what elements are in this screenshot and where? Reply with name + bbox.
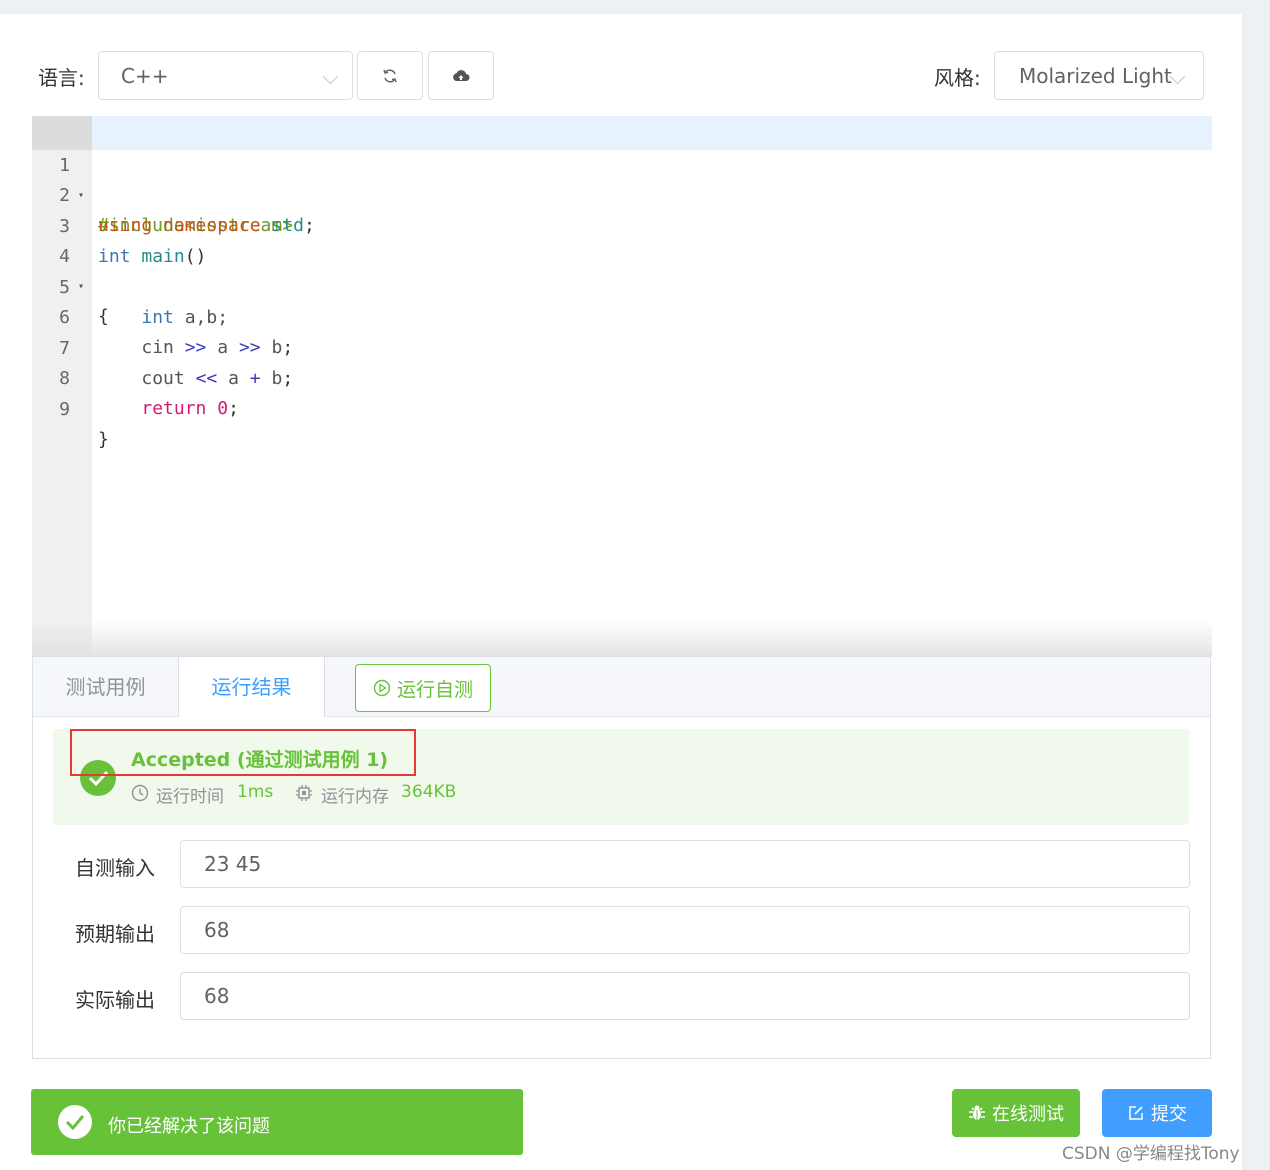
language-select-value: C++ bbox=[121, 64, 169, 88]
code-line: 5 int a,b; bbox=[32, 243, 228, 328]
code-token: int bbox=[141, 307, 174, 328]
submit-button[interactable]: 提交 bbox=[1102, 1089, 1212, 1137]
run-time-value: 1ms bbox=[237, 782, 274, 802]
code-token: ; bbox=[282, 368, 294, 389]
self-test-input-field[interactable]: 23 45 bbox=[180, 840, 1190, 888]
code-token: () bbox=[184, 246, 207, 267]
code-token: using bbox=[98, 215, 153, 236]
result-panel: 测试用例 运行结果 运行自测 Accepted (通过测试用例 1) 运行时间 … bbox=[32, 656, 1211, 1059]
run-memory-value: 364KB bbox=[401, 782, 457, 802]
chevron-down-icon bbox=[1169, 68, 1186, 85]
code-line: 2 using namespace std; bbox=[32, 151, 315, 236]
run-self-test-button[interactable]: 运行自测 bbox=[355, 664, 491, 712]
run-time-label: 运行时间 bbox=[156, 787, 224, 807]
code-line: 1 ▾ #include<iostream> bbox=[32, 121, 293, 236]
cpu-icon bbox=[296, 785, 312, 801]
code-editor[interactable]: 1 ▾ #include<iostream> 2 using namespace… bbox=[32, 116, 1212, 656]
code-token: ; bbox=[303, 215, 315, 236]
fold-arrow-icon[interactable]: ▾ bbox=[78, 181, 84, 211]
online-test-label: 在线测试 bbox=[992, 1104, 1064, 1125]
code-token: cin bbox=[141, 337, 174, 358]
code-token: std bbox=[271, 215, 304, 236]
style-select[interactable]: Molarized Light bbox=[994, 51, 1204, 100]
code-token: main bbox=[141, 246, 185, 267]
refresh-icon bbox=[383, 69, 397, 82]
code-line: 6 cin >> a >> b; bbox=[32, 273, 293, 358]
tab-test-cases[interactable]: 测试用例 bbox=[33, 657, 178, 717]
code-token: a,b; bbox=[184, 307, 229, 328]
tab-bar: 测试用例 运行结果 运行自测 bbox=[33, 657, 1210, 717]
active-line-highlight bbox=[92, 116, 1212, 150]
online-test-button[interactable]: 在线测试 bbox=[952, 1089, 1080, 1137]
expected-output-field[interactable]: 68 bbox=[180, 906, 1190, 954]
code-token: >> bbox=[184, 337, 207, 358]
code-token: return bbox=[141, 398, 207, 419]
code-token: } bbox=[98, 429, 109, 450]
code-token: ; bbox=[282, 337, 294, 358]
edit-icon bbox=[1129, 1106, 1143, 1120]
actual-output-label: 实际输出 bbox=[75, 988, 155, 1012]
chevron-down-icon bbox=[322, 68, 339, 85]
code-token: a bbox=[217, 337, 229, 358]
check-circle-icon bbox=[58, 1105, 92, 1139]
watermark: CSDN @学编程找Tony bbox=[1062, 1144, 1240, 1164]
style-label: 风格: bbox=[934, 66, 981, 90]
language-label: 语言: bbox=[38, 66, 85, 90]
solved-text: 你已经解决了该问题 bbox=[108, 1116, 270, 1137]
upload-code-button[interactable] bbox=[428, 51, 494, 100]
clock-icon bbox=[131, 784, 149, 802]
code-line: 4 ▾ { bbox=[32, 212, 109, 327]
bug-icon bbox=[969, 1105, 985, 1120]
code-line: 3 int main() bbox=[32, 182, 206, 267]
code-token: 0 bbox=[217, 398, 229, 419]
actual-output-field[interactable]: 68 bbox=[180, 972, 1190, 1020]
line-number: 9 bbox=[59, 399, 70, 420]
highlight-annotation-box bbox=[70, 729, 416, 776]
code-token: + bbox=[249, 368, 261, 389]
style-select-value: Molarized Light bbox=[1019, 64, 1172, 88]
code-line: 9 } bbox=[32, 365, 109, 450]
code-line: 7 cout << a + b; bbox=[32, 304, 293, 389]
code-token: int bbox=[98, 246, 131, 267]
run-memory-label: 运行内存 bbox=[321, 787, 389, 807]
solved-banner: 你已经解决了该问题 bbox=[31, 1089, 523, 1155]
run-self-test-label: 运行自测 bbox=[396, 678, 473, 701]
code-token: ; bbox=[228, 398, 239, 419]
code-token: cout bbox=[141, 368, 185, 389]
language-select[interactable]: C++ bbox=[98, 51, 353, 100]
expected-output-label: 预期输出 bbox=[75, 922, 155, 946]
submit-label: 提交 bbox=[1151, 1104, 1187, 1125]
play-circle-icon bbox=[373, 679, 391, 697]
code-token: << bbox=[195, 368, 218, 389]
editor-bottom-shadow bbox=[32, 620, 1212, 656]
code-token: b bbox=[271, 337, 283, 358]
code-token: a bbox=[228, 368, 239, 389]
code-token: namespace bbox=[163, 215, 261, 236]
tab-run-result[interactable]: 运行结果 bbox=[178, 657, 325, 717]
cloud-upload-icon bbox=[453, 69, 470, 81]
self-test-input-label: 自测输入 bbox=[75, 856, 155, 880]
code-line: 8 return 0; bbox=[32, 334, 239, 419]
code-token: b bbox=[271, 368, 283, 389]
reset-code-button[interactable] bbox=[357, 51, 423, 100]
fold-arrow-icon[interactable]: ▾ bbox=[78, 272, 84, 302]
code-token: >> bbox=[238, 337, 261, 358]
